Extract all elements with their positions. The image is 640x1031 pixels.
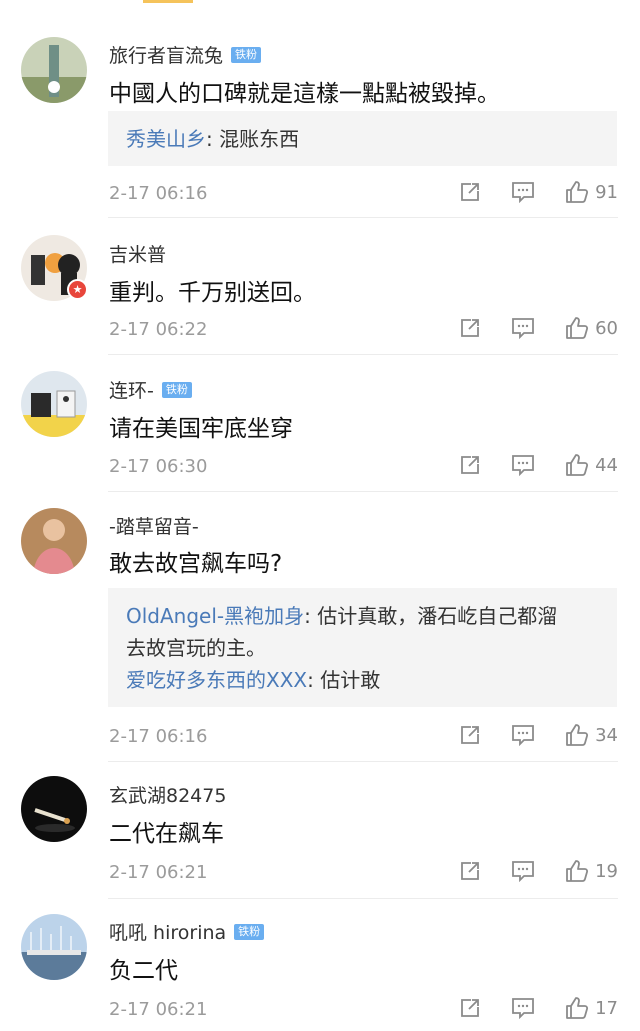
share-button[interactable] [459, 997, 481, 1019]
thumbs-up-icon [566, 997, 589, 1019]
reply-button[interactable] [511, 860, 535, 882]
comment-time: 2-17 06:16 [109, 726, 208, 747]
reply-button[interactable] [511, 181, 535, 203]
comment-actions: 60 [429, 316, 618, 340]
reply-button[interactable] [511, 454, 535, 476]
comment-actions: 91 [429, 180, 618, 204]
thumbs-up-icon [566, 860, 589, 882]
like-count: 19 [595, 860, 618, 882]
share-button[interactable] [459, 724, 481, 746]
reply-text: : 估计真敢，潘石屹自己都溜 [304, 604, 558, 628]
share-button[interactable] [459, 181, 481, 203]
thumbs-up-icon [566, 454, 589, 476]
avatar[interactable] [21, 508, 87, 574]
reply-username[interactable]: 秀美山乡 [126, 127, 206, 151]
comment-text: 中國人的口碑就是這樣一點點被毀掉。 [109, 81, 500, 107]
comment-username[interactable]: 吉米普 [109, 240, 166, 267]
avatar[interactable] [21, 914, 87, 980]
share-button[interactable] [459, 860, 481, 882]
like-button[interactable]: 19 [565, 859, 618, 883]
comment-text: 敢去故宫飙车吗? [109, 551, 283, 577]
share-icon [461, 456, 479, 474]
comment-actions: 19 [429, 859, 618, 883]
like-count: 34 [595, 724, 618, 746]
comment-item: 吼吼 hirorina 铁粉 负二代 2-17 06:21 17 [0, 899, 640, 1031]
username-text[interactable]: 吼吼 hirorina [109, 918, 226, 945]
reply-button[interactable] [511, 997, 535, 1019]
username-text[interactable]: 连环- [109, 376, 154, 403]
comment-text: 重判。千万别送回。 [109, 280, 316, 306]
comment-item: ★ 吉米普 重判。千万别送回。 2-17 06:22 60 [0, 218, 640, 355]
avatar[interactable] [21, 776, 87, 842]
reply-line-continued: 去故宫玩的主。 [126, 636, 266, 660]
comment-item: 旅行者盲流兔 铁粉 中國人的口碑就是這樣一點點被毀掉。 秀美山乡: 混账东西 2-… [0, 0, 640, 218]
username-text[interactable]: 吉米普 [109, 240, 166, 267]
comment-text: 负二代 [109, 958, 178, 984]
share-icon [461, 726, 479, 744]
reply-text: : 估计敢 [307, 668, 381, 692]
comment-icon [512, 182, 534, 203]
share-icon [461, 862, 479, 880]
comment-icon [512, 318, 534, 339]
thumbs-up-icon [566, 181, 589, 203]
comment-username[interactable]: -踏草留音- [109, 512, 199, 539]
comment-username[interactable]: 旅行者盲流兔 铁粉 [109, 41, 262, 68]
comment-icon [512, 725, 534, 746]
like-count: 44 [595, 454, 618, 476]
comment-item: -踏草留音- 敢去故宫飙车吗? OldAngel-黑袍加身: 估计真敢，潘石屹自… [0, 492, 640, 762]
like-button[interactable]: 91 [565, 180, 618, 204]
comment-icon [512, 455, 534, 476]
comment-username[interactable]: 连环- 铁粉 [109, 376, 192, 403]
share-button[interactable] [459, 454, 481, 476]
reply-box[interactable]: OldAngel-黑袍加身: 估计真敢，潘石屹自己都溜 去故宫玩的主。 爱吃好多… [108, 588, 617, 707]
reply-box[interactable]: 秀美山乡: 混账东西 [108, 111, 617, 166]
comment-text: 二代在飙车 [109, 821, 224, 847]
like-button[interactable]: 34 [565, 723, 618, 747]
share-icon [461, 999, 479, 1017]
comment-text: 请在美国牢底坐穿 [109, 416, 293, 442]
share-icon [461, 183, 479, 201]
comment-time: 2-17 06:30 [109, 456, 208, 477]
like-count: 17 [595, 997, 618, 1019]
verified-badge: ★ [67, 279, 88, 300]
comment-time: 2-17 06:21 [109, 999, 208, 1020]
comment-actions: 44 [429, 453, 618, 477]
comment-icon [512, 998, 534, 1019]
username-text[interactable]: 旅行者盲流兔 [109, 41, 223, 68]
reply-button[interactable] [511, 724, 535, 746]
thumbs-up-icon [566, 724, 589, 746]
reply-button[interactable] [511, 317, 535, 339]
comment-username[interactable]: 玄武湖82475 [109, 781, 226, 808]
fan-badge: 铁粉 [231, 46, 262, 63]
reply-text: : 混账东西 [206, 127, 300, 151]
fan-badge: 铁粉 [161, 381, 192, 398]
reply-username[interactable]: OldAngel-黑袍加身 [126, 604, 304, 628]
comment-actions: 17 [429, 996, 618, 1020]
thumbs-up-icon [566, 317, 589, 339]
username-text[interactable]: 玄武湖82475 [109, 781, 226, 808]
like-button[interactable]: 60 [565, 316, 618, 340]
like-count: 60 [595, 317, 618, 339]
comment-item: 玄武湖82475 二代在飙车 2-17 06:21 19 [0, 762, 640, 899]
fan-badge: 铁粉 [234, 923, 265, 940]
reply-username[interactable]: 爱吃好多东西的XXX [126, 668, 307, 692]
avatar[interactable] [21, 371, 87, 437]
comment-time: 2-17 06:16 [109, 183, 208, 204]
comment-time: 2-17 06:22 [109, 319, 208, 340]
share-icon [461, 319, 479, 337]
comment-item: 连环- 铁粉 请在美国牢底坐穿 2-17 06:30 44 [0, 355, 640, 492]
like-button[interactable]: 17 [565, 996, 618, 1020]
reply-line: 爱吃好多东西的XXX: 估计敢 [126, 664, 599, 696]
comment-username[interactable]: 吼吼 hirorina 铁粉 [109, 918, 265, 945]
like-count: 91 [595, 181, 618, 203]
comment-time: 2-17 06:21 [109, 862, 208, 883]
comment-actions: 34 [429, 723, 618, 747]
username-text[interactable]: -踏草留音- [109, 512, 199, 539]
comment-icon [512, 861, 534, 882]
share-button[interactable] [459, 317, 481, 339]
reply-line: OldAngel-黑袍加身: 估计真敢，潘石屹自己都溜 [126, 600, 599, 632]
reply-line: 秀美山乡: 混账东西 [126, 123, 599, 155]
avatar[interactable] [21, 37, 87, 103]
like-button[interactable]: 44 [565, 453, 618, 477]
